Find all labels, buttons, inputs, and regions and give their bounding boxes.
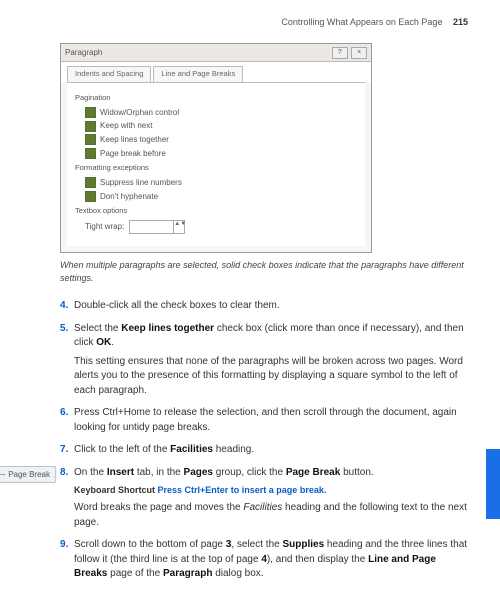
checkbox-suppress-line-numbers[interactable] [85,177,96,188]
step-text: Select the Keep lines together check box… [74,323,464,349]
page-break-chip: Page Break [0,466,56,484]
group-label: Formatting exceptions [75,163,357,174]
dialog-tabs: Indents and Spacing Line and Page Breaks [61,62,371,82]
checkbox-label: Keep lines together [100,134,169,146]
group-label: Textbox options [75,206,357,217]
group-pagination: Pagination Widow/Orphan control Keep wit… [75,93,357,159]
section-title: Controlling What Appears on Each Page [281,17,442,27]
tab-indents-spacing[interactable]: Indents and Spacing [67,66,151,82]
running-header: Controlling What Appears on Each Page 21… [60,16,468,29]
dialog-title: Paragraph [65,47,102,59]
help-icon[interactable]: ? [332,47,348,59]
checkbox-keep-lines-together[interactable] [85,134,96,145]
step-8: Page Break On the Insert tab, in the Pag… [60,466,468,531]
step-4: Double-click all the check boxes to clea… [60,299,468,314]
group-textbox-options: Textbox options Tight wrap: ▲▼ [75,206,357,234]
step-text: Press Ctrl+Home to release the selection… [74,407,457,433]
step-6: Press Ctrl+Home to release the selection… [60,406,468,435]
checkbox-label: Suppress line numbers [100,177,182,189]
step-text: On the Insert tab, in the Pages group, c… [74,467,374,478]
dialog-pane: Pagination Widow/Orphan control Keep wit… [67,82,365,246]
dialog-titlebar: Paragraph ? × [61,44,371,62]
page-number: 215 [453,17,468,27]
step-followup: This setting ensures that none of the pa… [74,355,468,399]
checkbox-label: Don't hyphenate [100,191,158,203]
step-7: Click to the left of the Facilities head… [60,443,468,458]
page-break-label: Page Break [8,469,50,481]
step-text: Double-click all the check boxes to clea… [74,300,280,311]
thumb-tab [486,449,500,519]
checkbox-widow-orphan[interactable] [85,107,96,118]
step-list: Double-click all the check boxes to clea… [60,299,468,582]
spinner-arrows-icon[interactable]: ▲▼ [173,221,184,233]
tight-wrap-spinner[interactable]: ▲▼ [129,220,185,234]
checkbox-page-break-before[interactable] [85,148,96,159]
close-icon[interactable]: × [351,47,367,59]
step-text: Click to the left of the Facilities head… [74,444,254,455]
step-9: Scroll down to the bottom of page 3, sel… [60,538,468,582]
page-break-icon [0,474,5,475]
checkbox-keep-with-next[interactable] [85,121,96,132]
group-formatting-exceptions: Formatting exceptions Suppress line numb… [75,163,357,202]
tight-wrap-label: Tight wrap: [85,221,124,233]
figure-caption: When multiple paragraphs are selected, s… [60,259,468,285]
group-label: Pagination [75,93,357,104]
step-5: Select the Keep lines together check box… [60,322,468,399]
checkbox-dont-hyphenate[interactable] [85,191,96,202]
paragraph-dialog: Paragraph ? × Indents and Spacing Line a… [60,43,372,253]
dialog-figure: Paragraph ? × Indents and Spacing Line a… [60,43,468,253]
checkbox-label: Widow/Orphan control [100,107,179,119]
checkbox-label: Page break before [100,148,166,160]
checkbox-label: Keep with next [100,120,152,132]
keyboard-shortcut: Keyboard Shortcut Press Ctrl+Enter to in… [74,484,468,497]
step-text: Scroll down to the bottom of page 3, sel… [74,539,467,579]
step-followup: Word breaks the page and moves the Facil… [74,501,468,530]
tab-line-page-breaks[interactable]: Line and Page Breaks [153,66,243,82]
page: Controlling What Appears on Each Page 21… [0,0,500,614]
